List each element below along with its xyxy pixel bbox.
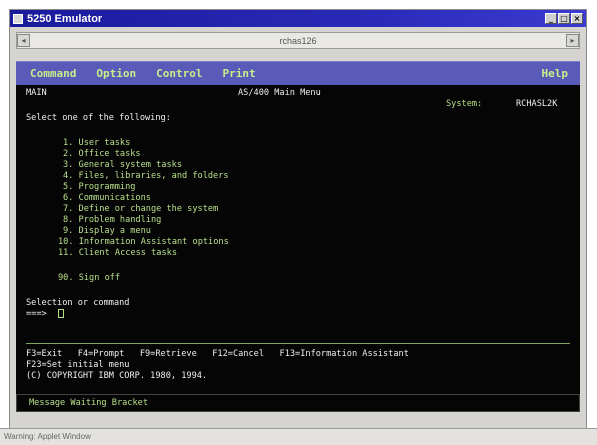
menu-help[interactable]: Help — [542, 67, 569, 80]
select-prompt: Select one of the following: — [26, 113, 171, 123]
terminal-screen[interactable]: MAIN AS/400 Main Menu System: RCHASL2K S… — [16, 85, 580, 396]
command-line-prompt: ===> — [26, 309, 47, 319]
menu-option-6: 6. Communications — [63, 193, 151, 203]
menu-control[interactable]: Control — [156, 67, 202, 80]
host-name: rchas126 — [279, 35, 317, 46]
function-keys-line-1: F3=Exit F4=Prompt F9=Retrieve F12=Cancel… — [26, 349, 409, 359]
menu-option-signoff: 90. Sign off — [58, 273, 121, 283]
command-input[interactable] — [56, 309, 64, 321]
window-controls: _ □ × — [545, 13, 583, 24]
status-message: Message Waiting Bracket — [29, 398, 148, 408]
scroll-left-icon[interactable]: ◂ — [17, 34, 30, 47]
menu-command[interactable]: Command — [30, 67, 76, 80]
screen-title: AS/400 Main Menu — [238, 88, 321, 98]
minimize-button[interactable]: _ — [545, 13, 557, 24]
menu-print[interactable]: Print — [222, 67, 255, 80]
screen-divider — [26, 343, 570, 344]
applet-warning-bar: Warning: Applet Window — [0, 428, 597, 445]
menu-option-9: 9. Display a menu — [63, 226, 151, 236]
menu-option-4: 4. Files, libraries, and folders — [63, 171, 229, 181]
panel-id: MAIN — [26, 88, 47, 98]
menu-option-5: 5. Programming — [63, 182, 136, 192]
copyright-text: (C) COPYRIGHT IBM CORP. 1980, 1994. — [26, 371, 208, 381]
maximize-button[interactable]: □ — [558, 13, 570, 24]
menu-option-10: 10. Information Assistant options — [58, 237, 229, 247]
applet-warning-text: Warning: Applet Window — [4, 432, 91, 441]
close-button[interactable]: × — [571, 13, 583, 24]
menu-option-1: 1. User tasks — [63, 138, 131, 148]
system-label: System: — [446, 99, 483, 109]
menu-option-2: 2. Office tasks — [63, 149, 141, 159]
menu-option-11: 11. Client Access tasks — [58, 248, 177, 258]
menu-option-8: 8. Problem handling — [63, 215, 162, 225]
app-icon — [13, 13, 23, 24]
function-keys-line-2: F23=Set initial menu — [26, 360, 130, 370]
status-line: Message Waiting Bracket — [16, 394, 580, 412]
window-title: 5250 Emulator — [27, 12, 103, 25]
menu-option-3: 3. General system tasks — [63, 160, 182, 170]
menu-option[interactable]: Option — [96, 67, 136, 80]
title-bar[interactable]: 5250 Emulator _ □ × — [10, 10, 586, 27]
text-cursor — [58, 309, 64, 318]
system-value: RCHASL2K — [516, 99, 558, 109]
host-bar: ◂ rchas126 ▸ — [16, 32, 580, 49]
scroll-right-icon[interactable]: ▸ — [566, 34, 579, 47]
menu-option-7: 7. Define or change the system — [63, 204, 219, 214]
selection-label: Selection or command — [26, 298, 130, 308]
emulator-window: 5250 Emulator _ □ × ◂ rchas126 ▸ Command… — [9, 9, 587, 443]
menu-bar: Command Option Control Print Help — [16, 61, 580, 85]
